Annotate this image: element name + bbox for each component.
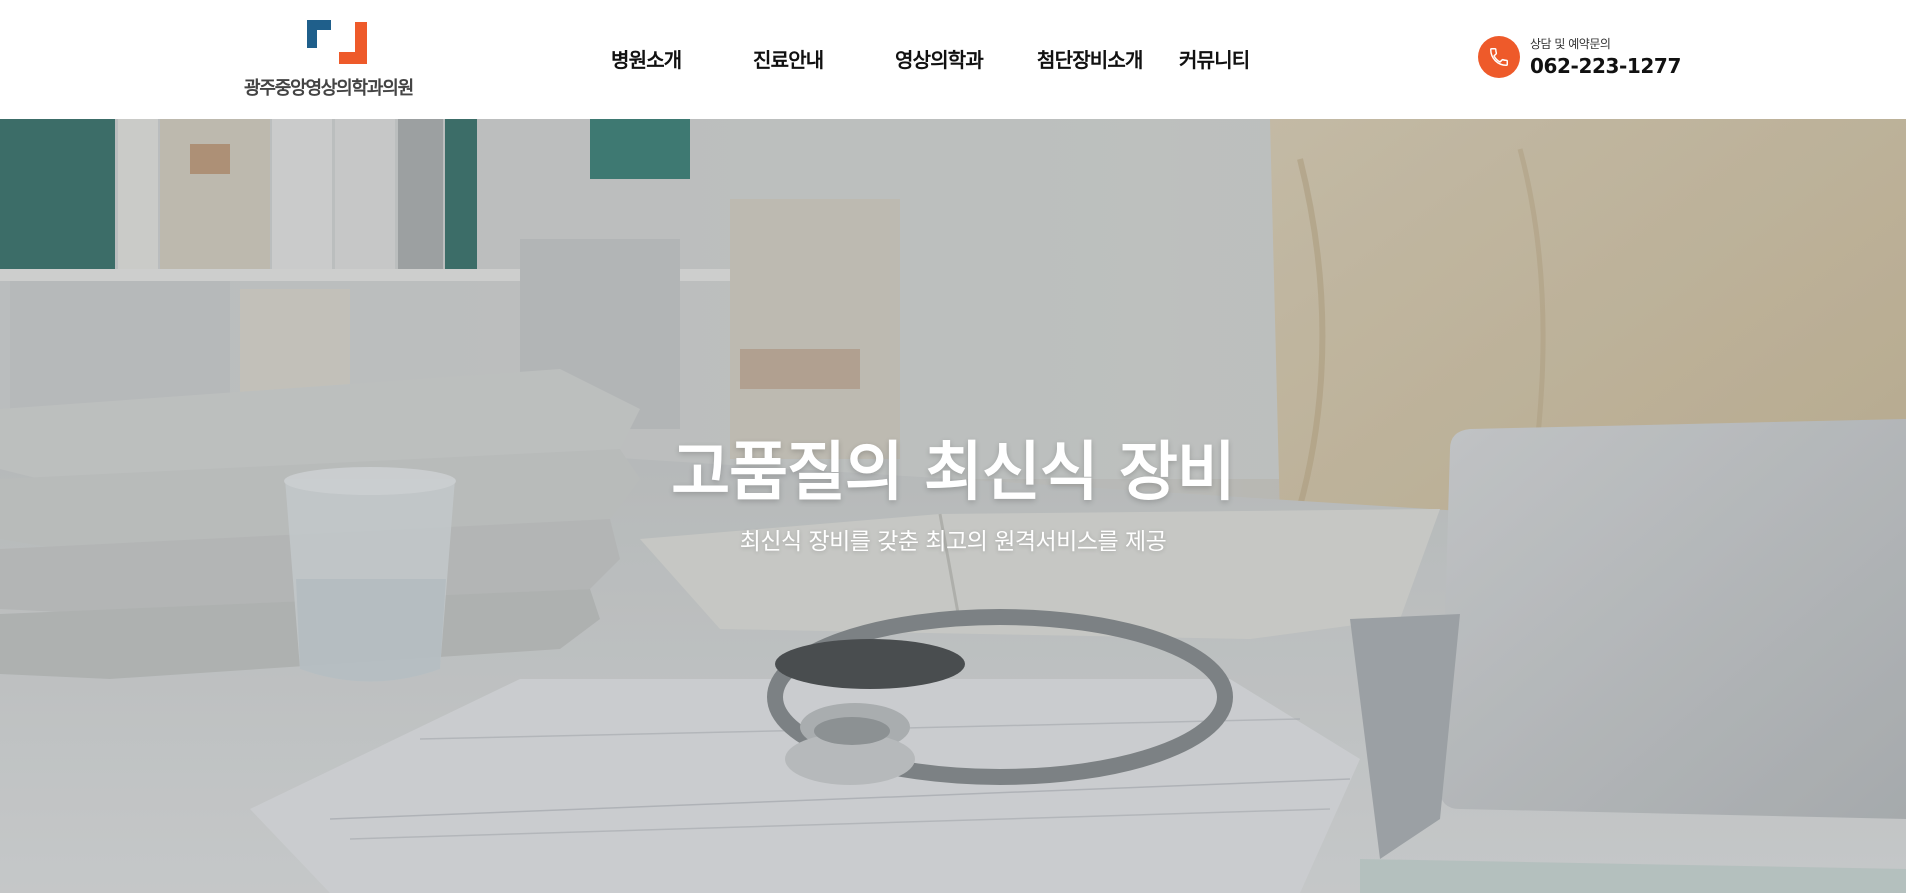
phone-icon[interactable] bbox=[1478, 36, 1520, 78]
nav-item-equipment[interactable]: 첨단장비소개 bbox=[1037, 44, 1143, 73]
nav-item-hospital-intro[interactable]: 병원소개 bbox=[611, 44, 682, 73]
nav-item-radiology[interactable]: 영상의학과 bbox=[895, 44, 984, 73]
site-header: 광주중앙영상의학과의원 병원소개 진료안내 영상의학과 첨단장비소개 커뮤니티 … bbox=[0, 0, 1906, 119]
hero-banner: 고품질의 최신식 장비 최신식 장비를 갖춘 최고의 원격서비스를 제공 bbox=[0, 119, 1906, 893]
hero-title: 고품질의 최신식 장비 bbox=[671, 436, 1235, 510]
contact-block: 상담 및 예약문의 062-223-1277 bbox=[1477, 35, 1697, 83]
nav-item-care-guide[interactable]: 진료안내 bbox=[753, 44, 824, 73]
contact-label: 상담 및 예약문의 bbox=[1530, 37, 1611, 51]
contact-phone-number[interactable]: 062-223-1277 bbox=[1530, 54, 1681, 78]
nav-item-community[interactable]: 커뮤니티 bbox=[1179, 44, 1250, 73]
hero-subtitle: 최신식 장비를 갖춘 최고의 원격서비스를 제공 bbox=[739, 529, 1167, 555]
